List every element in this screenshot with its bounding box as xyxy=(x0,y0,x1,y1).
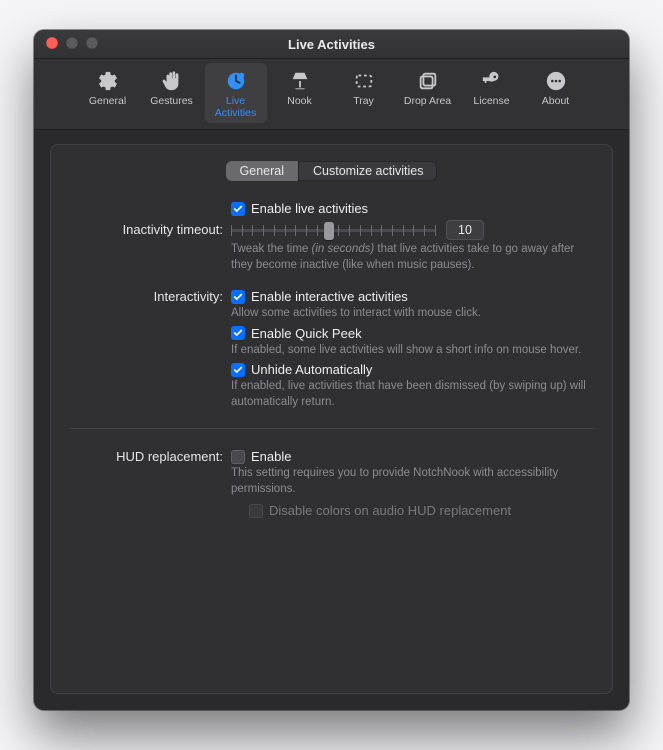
toolbar-label: Nook xyxy=(271,95,329,107)
titlebar: Live Activities xyxy=(34,30,629,59)
hud-enable-desc: This setting requires you to provide Not… xyxy=(231,466,590,497)
toolbar-tab-tray[interactable]: Tray xyxy=(333,63,395,123)
enable-interactive-activities-desc: Allow some activities to interact with m… xyxy=(231,306,590,322)
toolbar-tab-license[interactable]: License xyxy=(461,63,523,123)
minimize-window-button[interactable] xyxy=(66,37,78,49)
content-area: General Customize activities Enable live… xyxy=(34,130,629,710)
sub-tab-customize[interactable]: Customize activities xyxy=(298,161,437,181)
hud-replacement-label: HUD replacement: xyxy=(73,447,231,464)
toolbar-tab-gestures[interactable]: Gestures xyxy=(141,63,203,123)
inactivity-timeout-label: Inactivity timeout: xyxy=(73,220,231,237)
inactivity-timeout-slider[interactable] xyxy=(231,220,436,240)
sub-tab-general[interactable]: General xyxy=(226,161,298,181)
interactivity-label: Interactivity: xyxy=(73,287,231,304)
enable-quick-peek-desc: If enabled, some live activities will sh… xyxy=(231,343,590,359)
clock-activity-icon xyxy=(207,69,265,93)
window-title: Live Activities xyxy=(288,37,375,52)
toolbar-label: Drop Area xyxy=(399,95,457,107)
enable-interactive-activities-label: Enable interactive activities xyxy=(251,289,408,304)
window-controls xyxy=(46,37,98,49)
enable-live-activities-label: Enable live activities xyxy=(251,201,368,216)
settings-panel: General Customize activities Enable live… xyxy=(50,144,613,694)
preferences-window: Live Activities General Gestures Live Ac… xyxy=(34,30,629,710)
slider-knob[interactable] xyxy=(324,222,334,240)
toolbar-tab-live-activities[interactable]: Live Activities xyxy=(205,63,267,123)
unhide-automatically-label: Unhide Automatically xyxy=(251,362,372,377)
enable-quick-peek-checkbox[interactable] xyxy=(231,326,245,340)
toolbar-label: Tray xyxy=(335,95,393,107)
toolbar-label: About xyxy=(527,95,585,107)
settings-form: Enable live activities Inactivity timeou… xyxy=(51,195,612,414)
toolbar-label: License xyxy=(463,95,521,107)
close-window-button[interactable] xyxy=(46,37,58,49)
unhide-automatically-desc: If enabled, live activities that have be… xyxy=(231,379,590,410)
hud-disable-colors-label: Disable colors on audio HUD replacement xyxy=(269,503,511,518)
toolbar-tab-nook[interactable]: Nook xyxy=(269,63,331,123)
toolbar-label: Gestures xyxy=(143,95,201,107)
inactivity-timeout-desc: Tweak the time (in seconds) that live ac… xyxy=(231,242,590,273)
zoom-window-button[interactable] xyxy=(86,37,98,49)
toolbar-tab-general[interactable]: General xyxy=(77,63,139,123)
hud-disable-colors-checkbox xyxy=(249,504,263,518)
toolbar-tab-about[interactable]: About xyxy=(525,63,587,123)
enable-quick-peek-label: Enable Quick Peek xyxy=(251,326,362,341)
sub-tab-control: General Customize activities xyxy=(226,161,438,181)
enable-interactive-activities-checkbox[interactable] xyxy=(231,290,245,304)
preferences-toolbar: General Gestures Live Activities Nook Tr xyxy=(34,59,629,130)
section-divider xyxy=(69,428,594,429)
toolbar-label: Live Activities xyxy=(207,95,265,119)
key-icon xyxy=(463,69,521,93)
inactivity-timeout-value[interactable]: 10 xyxy=(446,220,484,240)
hand-icon xyxy=(143,69,201,93)
ellipsis-circle-icon xyxy=(527,69,585,93)
toolbar-label: General xyxy=(79,95,137,107)
hud-enable-checkbox[interactable] xyxy=(231,450,245,464)
lamp-icon xyxy=(271,69,329,93)
hud-enable-label: Enable xyxy=(251,449,291,464)
gear-icon xyxy=(79,69,137,93)
enable-live-activities-checkbox[interactable] xyxy=(231,202,245,216)
toolbar-tab-drop-area[interactable]: Drop Area xyxy=(397,63,459,123)
rect-dashed-icon xyxy=(335,69,393,93)
unhide-automatically-checkbox[interactable] xyxy=(231,363,245,377)
rect-stack-icon xyxy=(399,69,457,93)
